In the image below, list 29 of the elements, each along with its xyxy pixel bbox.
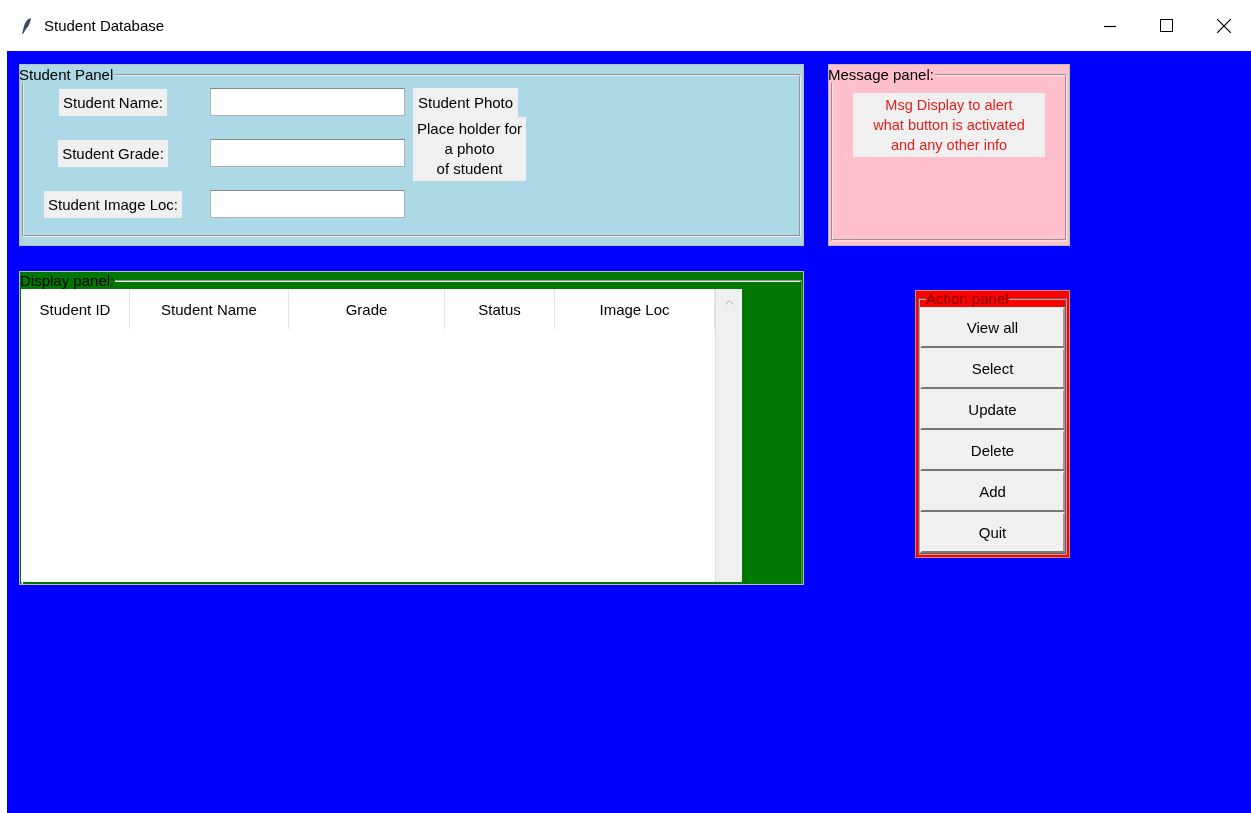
scrollbar[interactable]	[715, 289, 742, 582]
action-button[interactable]: Update	[920, 389, 1065, 430]
field-label: Student Grade:	[58, 139, 168, 167]
photo-note: Place holder for a photo of student	[413, 117, 527, 181]
input-field[interactable]	[210, 139, 405, 167]
window-title: Student Database	[44, 17, 166, 34]
field-label: Student Name:	[58, 88, 168, 116]
message-text: Msg Display to alert what button is activated and any other info	[853, 93, 1045, 157]
column-header[interactable]: Grade	[289, 289, 445, 329]
panel-title: Display panel:	[19, 273, 116, 289]
action-button[interactable]: View all	[920, 307, 1065, 348]
close-icon[interactable]	[1217, 18, 1231, 33]
action-button[interactable]: Delete	[920, 430, 1065, 471]
column-header[interactable]: Student Name	[130, 289, 289, 329]
column-header[interactable]: Student ID	[21, 289, 130, 329]
action-button[interactable]: Quit	[920, 512, 1065, 553]
photo-title: Student Photo	[413, 87, 519, 117]
action-button[interactable]: Add	[920, 471, 1065, 512]
feather-icon	[20, 16, 32, 35]
panel-title: Message panel:	[827, 67, 935, 83]
panel-title: Student Panel	[18, 67, 115, 83]
maximize-icon[interactable]	[1160, 19, 1173, 32]
column-header[interactable]: Status	[445, 289, 555, 329]
scroll-up-icon[interactable]	[724, 299, 734, 305]
input-field[interactable]	[210, 190, 405, 218]
field-label: Student Image Loc:	[43, 190, 183, 218]
action-button[interactable]: Select	[920, 348, 1065, 389]
input-field[interactable]	[210, 88, 405, 116]
panel-title: Action panel	[926, 291, 1009, 307]
